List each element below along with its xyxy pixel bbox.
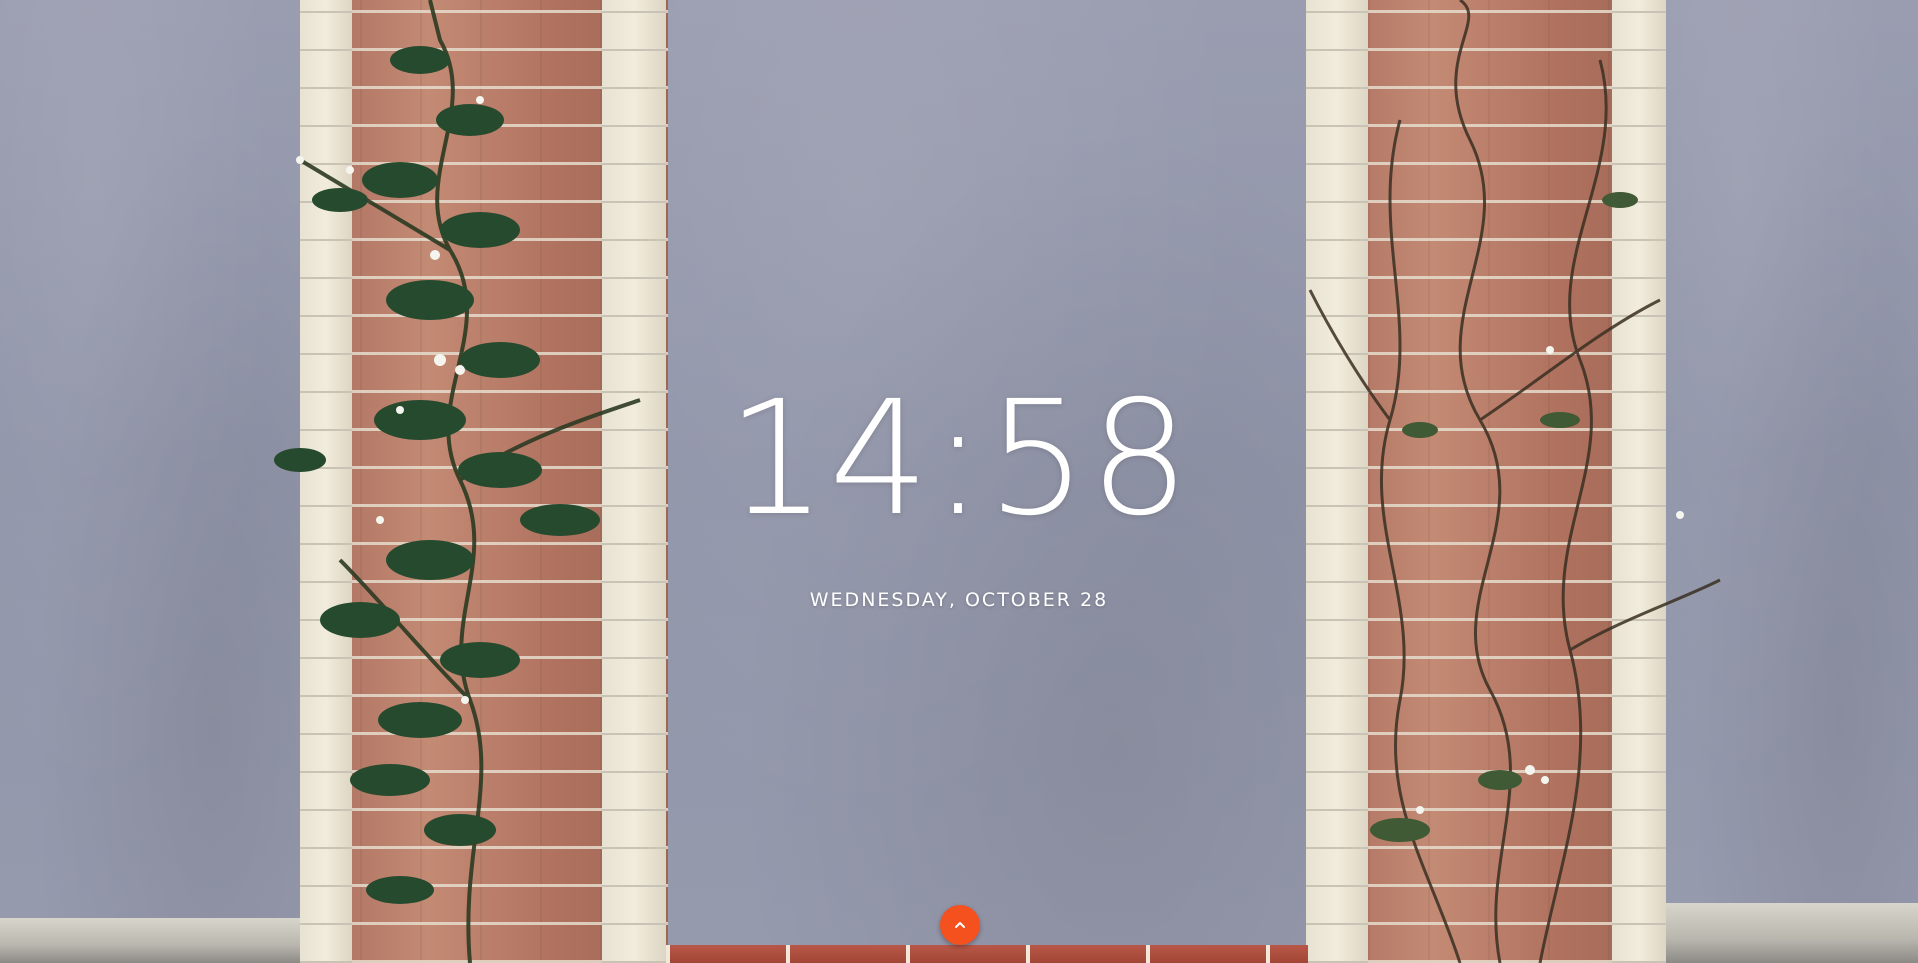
clock-date: WEDNESDAY, OCTOBER 28 [809,589,1109,611]
clock-time: 14:58 [726,367,1192,551]
ledge-right [1663,903,1918,963]
brick-strip [666,945,1308,963]
ledge-left [0,918,305,963]
expand-button[interactable] [940,905,980,945]
wallpaper-background: 14:58 WEDNESDAY, OCTOBER 28 [0,0,1918,963]
chevron-up-icon [955,922,965,928]
